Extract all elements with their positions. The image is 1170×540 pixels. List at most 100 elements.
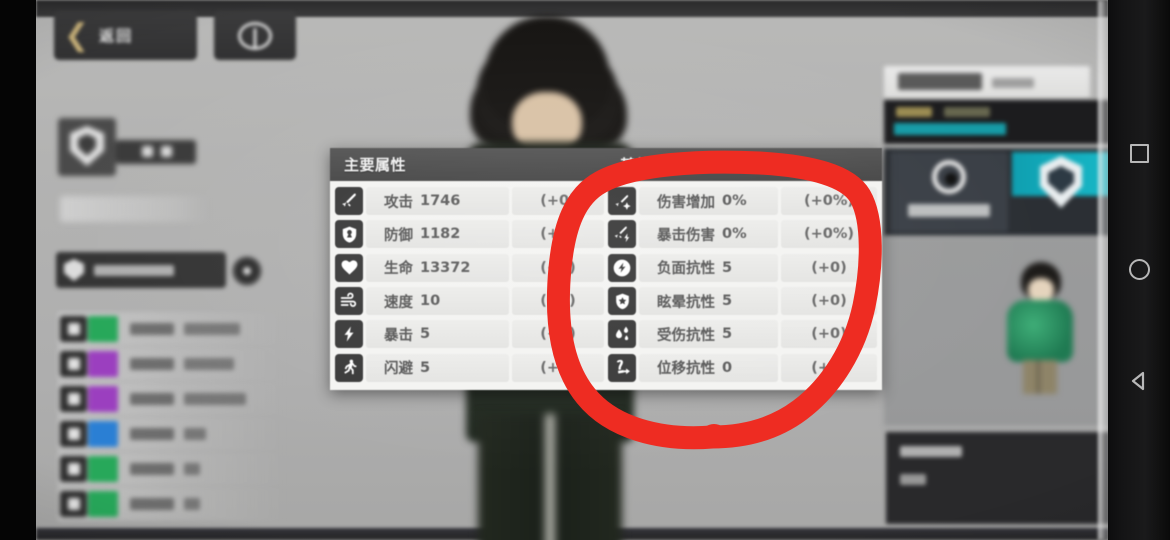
square-recents-icon[interactable]	[1124, 138, 1154, 168]
stat-modifier: (+0)	[512, 220, 604, 249]
running-man-icon	[335, 353, 363, 382]
stat-row: 生命 13372 (+0)	[335, 252, 604, 284]
list-item[interactable]	[58, 347, 288, 381]
triangle-back-icon[interactable]	[1124, 366, 1154, 396]
list-item[interactable]	[58, 487, 288, 521]
stat-row: 暴击伤害 0% (+0%)	[608, 218, 877, 250]
circle-home-icon[interactable]	[1124, 254, 1154, 284]
settings-gear-icon[interactable]	[232, 256, 262, 286]
main-attributes-column: 攻击 1746 (+0) 防御 1182 (+0) 生命 13372 (+0) 速度 10 (+0) 暴…	[335, 185, 604, 384]
stat-label: 攻击	[384, 194, 413, 211]
item-value-blurred	[184, 498, 200, 510]
item-rank-badge	[88, 316, 118, 342]
item-rank-badge	[88, 456, 118, 482]
item-value-blurred	[184, 463, 200, 475]
item-icon	[60, 386, 87, 412]
item-label-blurred	[130, 428, 174, 440]
stat-value: 5	[420, 359, 431, 376]
stat-value: 13372	[420, 259, 471, 276]
main-attributes-title: 主要属性	[344, 156, 407, 174]
item-icon	[60, 421, 87, 447]
character-legs	[478, 414, 622, 540]
equipment-header	[58, 118, 196, 180]
other-attributes-column: 伤害增加 0% (+0%) 暴击伤害 0% (+0%) 负面抗性 5 (+0) 眩晕抗性 5 (+0)…	[608, 185, 877, 384]
list-item[interactable]	[58, 452, 288, 486]
stat-value: 10	[420, 293, 441, 310]
stat-label: 生命	[384, 261, 413, 278]
stat-row: 位移抗性 0 (+0)	[608, 352, 877, 384]
stat-modifier: (+0)	[512, 287, 604, 316]
stat-label-value: 受伤抗性 5	[639, 320, 778, 349]
item-label-blurred	[130, 463, 174, 475]
android-navigation-bar[interactable]	[1108, 0, 1170, 540]
currency-button[interactable]	[214, 11, 296, 60]
item-rank-badge	[88, 386, 118, 412]
emblem-tile[interactable]	[1012, 152, 1108, 208]
item-value-blurred	[184, 323, 240, 335]
item-value-blurred	[184, 358, 234, 370]
item-icon	[60, 491, 87, 517]
lightning-icon	[335, 320, 363, 349]
inventory-list[interactable]	[58, 312, 288, 522]
stat-label: 受伤抗性	[657, 327, 715, 344]
stat-modifier: (+0)	[781, 253, 877, 282]
chibi-avatar	[1001, 262, 1079, 394]
stat-label-value: 暴击 5	[366, 320, 509, 349]
stat-label-value: 位移抗性 0	[639, 353, 778, 382]
attributes-dialog-body: 攻击 1746 (+0) 防御 1182 (+0) 生命 13372 (+0) 速度 10 (+0) 暴…	[330, 181, 882, 390]
stat-modifier: (+0%)	[781, 187, 877, 216]
stat-modifier: (+0)	[781, 320, 877, 349]
class-tag[interactable]	[56, 252, 226, 288]
chevron-left-icon: ❮	[64, 17, 90, 53]
item-value-blurred	[184, 393, 246, 405]
stat-value: 5	[722, 293, 733, 310]
stat-value: 1182	[420, 226, 461, 243]
stat-label: 位移抗性	[657, 361, 715, 378]
screen-edge-highlight	[1098, 0, 1108, 540]
item-label-blurred	[130, 323, 174, 335]
crit-damage-icon	[608, 220, 636, 249]
player-level-block	[884, 100, 1108, 144]
stat-label-value: 生命 13372	[366, 253, 509, 282]
wind-icon	[335, 287, 363, 316]
stat-label-value: 负面抗性 5	[639, 253, 778, 282]
item-value-blurred	[184, 428, 206, 440]
stat-value: 0%	[722, 226, 747, 243]
stat-row: 暴击 5 (+0)	[335, 318, 604, 350]
stat-label: 速度	[384, 294, 413, 311]
stat-value: 5	[420, 326, 431, 343]
item-label-blurred	[130, 393, 174, 405]
stat-label-value: 闪避 5	[366, 353, 509, 382]
stat-row: 攻击 1746 (+0)	[335, 185, 604, 217]
stat-label: 防御	[384, 227, 413, 244]
skill-tile[interactable]	[890, 152, 1008, 232]
target-icon	[932, 160, 966, 194]
stat-label-value: 速度 10	[366, 287, 509, 316]
item-icon	[60, 456, 87, 482]
attributes-dialog: 主要属性 其他属性 攻击 1746 (+0) 防御 1182 (+0) 生命 13372 (+0…	[330, 148, 882, 390]
back-button-label: 返回	[99, 27, 134, 45]
equipment-slots[interactable]	[116, 140, 196, 164]
character-name-blurred	[60, 196, 210, 222]
stat-value: 1746	[420, 193, 461, 210]
attributes-dialog-header: 主要属性 其他属性	[330, 148, 882, 181]
stat-label: 闪避	[384, 361, 413, 378]
guild-emblem-icon	[58, 118, 116, 176]
stat-value: 5	[722, 326, 733, 343]
stat-label: 伤害增加	[657, 194, 715, 211]
list-item[interactable]	[58, 417, 288, 451]
debuff-resist-icon	[608, 253, 636, 282]
stat-label-value: 伤害增加 0%	[639, 187, 778, 216]
item-icon	[60, 351, 87, 377]
coin-icon	[238, 21, 272, 50]
description-pane	[886, 432, 1108, 524]
stat-modifier: (+0)	[781, 353, 877, 382]
item-label-blurred	[130, 498, 174, 510]
stat-modifier: (+0%)	[781, 220, 877, 249]
list-item[interactable]	[58, 382, 288, 416]
list-item[interactable]	[58, 312, 288, 346]
back-button[interactable]: ❮ 返回	[54, 11, 197, 60]
screenshot-root: ❮ 返回 主要属性 其他属性 攻击 1746 (+0) 防御 1182 (+0)…	[0, 0, 1170, 540]
heart-icon	[335, 253, 363, 282]
right-tile-group[interactable]	[884, 148, 1108, 236]
